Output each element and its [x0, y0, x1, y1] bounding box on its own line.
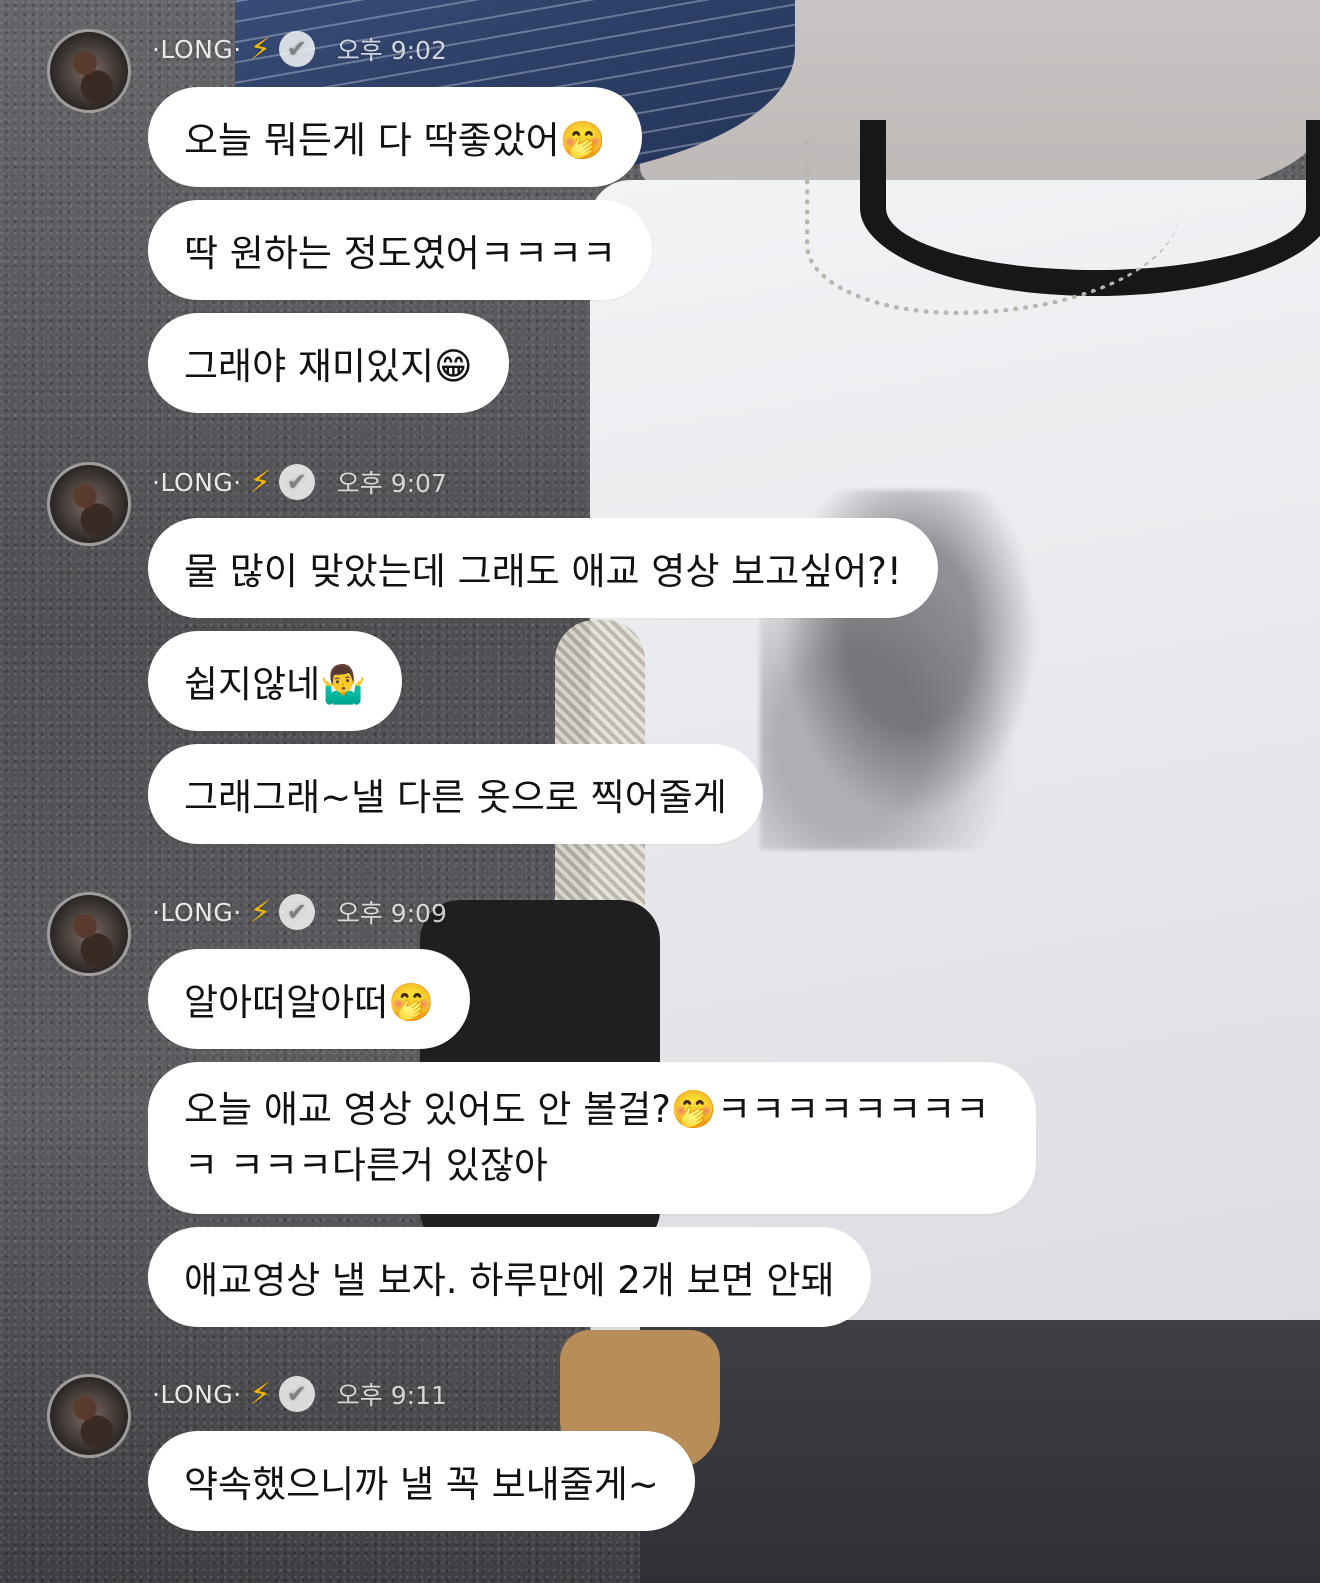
timestamp: 오후 9:02 — [336, 36, 447, 65]
message-bubble[interactable]: 그래그래~낼 다른 옷으로 찍어줄게 — [148, 744, 763, 844]
message-bubble[interactable]: 물 많이 맞았는데 그래도 애교 영상 보고싶어?! — [148, 518, 938, 618]
message-bubble[interactable]: 알아떠알아떠🤭 — [148, 949, 471, 1049]
message-header: ·LONG· ⚡ ✔ 오후 9:09 — [152, 892, 447, 932]
message-bubble[interactable]: 그래야 재미있지😁 — [148, 313, 509, 413]
timestamp: 오후 9:11 — [336, 1381, 447, 1410]
avatar[interactable] — [47, 892, 131, 976]
message-bubble[interactable]: 오늘 뭐든게 다 딱좋았어🤭 — [148, 87, 642, 187]
message-header: ·LONG· ⚡ ✔ 오후 9:07 — [152, 462, 447, 502]
sender-name[interactable]: ·LONG· — [152, 1380, 242, 1409]
lightning-bolt-icon: ⚡ — [249, 31, 271, 67]
avatar[interactable] — [47, 462, 131, 546]
message-bubble[interactable]: 오늘 애교 영상 있어도 안 볼걸?🤭ㅋㅋㅋㅋㅋㅋㅋㅋㅋ ㅋㅋㅋ다른거 있잖아 — [148, 1062, 1036, 1214]
message-header: ·LONG· ⚡ ✔ 오후 9:02 — [152, 29, 447, 69]
verified-badge-icon: ✔ — [278, 31, 315, 67]
timestamp: 오후 9:07 — [336, 469, 447, 498]
avatar[interactable] — [47, 29, 131, 113]
lightning-bolt-icon: ⚡ — [249, 464, 271, 500]
verified-badge-icon: ✔ — [278, 464, 315, 500]
verified-badge-icon: ✔ — [278, 894, 315, 930]
message-bubble[interactable]: 쉽지않네🤷‍♂️ — [148, 631, 403, 731]
timestamp: 오후 9:09 — [336, 899, 447, 928]
message-bubble[interactable]: 애교영상 낼 보자. 하루만에 2개 보면 안돼 — [148, 1227, 871, 1327]
sender-name[interactable]: ·LONG· — [152, 468, 242, 497]
message-bubble[interactable]: 딱 원하는 정도였어ㅋㅋㅋㅋ — [148, 200, 653, 300]
sender-name[interactable]: ·LONG· — [152, 35, 242, 64]
verified-badge-icon: ✔ — [278, 1376, 315, 1412]
avatar[interactable] — [47, 1374, 131, 1458]
lightning-bolt-icon: ⚡ — [249, 1376, 271, 1412]
message-header: ·LONG· ⚡ ✔ 오후 9:11 — [152, 1374, 447, 1414]
chat-thread: ·LONG· ⚡ ✔ 오후 9:02 오늘 뭐든게 다 딱좋았어🤭 딱 원하는 … — [0, 0, 1320, 1583]
message-bubble[interactable]: 약속했으니까 낼 꼭 보내줄게~ — [148, 1431, 695, 1531]
lightning-bolt-icon: ⚡ — [249, 894, 271, 930]
sender-name[interactable]: ·LONG· — [152, 898, 242, 927]
